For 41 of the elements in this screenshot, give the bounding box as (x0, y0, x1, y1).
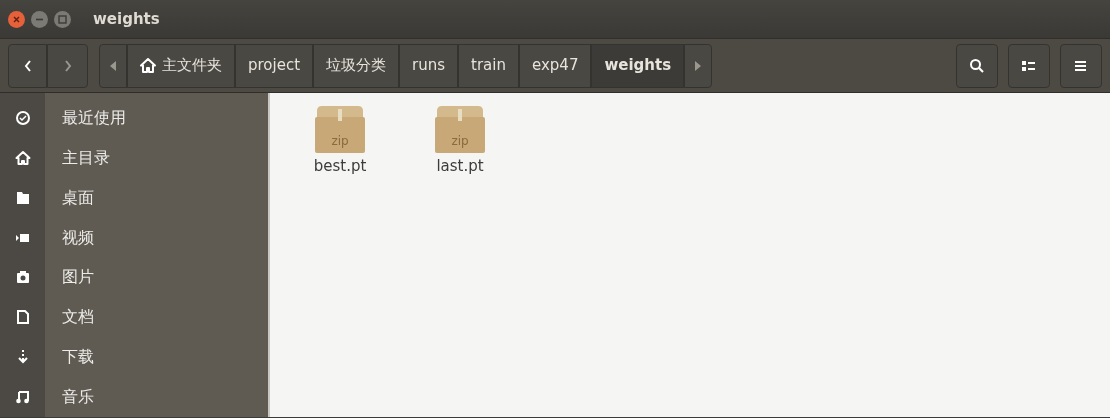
menu-button[interactable] (1060, 43, 1102, 88)
home-icon (14, 149, 31, 166)
sidebar-item[interactable]: 最近使用 (45, 98, 268, 138)
sidebar-item[interactable]: 音乐 (45, 377, 268, 417)
file-name[interactable]: best.pt (313, 155, 367, 178)
maximize-button[interactable] (54, 10, 71, 28)
sidebar-item[interactable]: 文档 (45, 297, 268, 338)
triangle-left-icon (110, 60, 116, 71)
chevron-right-icon (62, 58, 73, 73)
folder-icon (14, 189, 31, 206)
path-button[interactable]: project (235, 43, 314, 88)
close-button[interactable] (8, 10, 25, 28)
path-button[interactable]: 主文件夹 (127, 43, 235, 88)
close-icon (12, 14, 21, 24)
home-icon (140, 58, 156, 73)
view-button[interactable] (1008, 43, 1050, 88)
document-icon (14, 309, 31, 326)
scroll-left-button[interactable] (99, 43, 127, 88)
path-button[interactable]: train (458, 43, 519, 88)
sidebar-item[interactable]: 图片 (45, 257, 268, 298)
path-button[interactable]: weights (591, 43, 685, 88)
back-button[interactable] (8, 43, 47, 88)
minimize-button[interactable] (31, 10, 48, 28)
sidebar-item[interactable]: 视频 (45, 217, 268, 258)
camera-icon (14, 269, 31, 286)
clock-icon (14, 109, 31, 126)
scroll-right-button[interactable] (684, 43, 713, 88)
path-button[interactable]: runs (399, 43, 459, 88)
sidebar-item[interactable]: 桌面 (45, 177, 268, 218)
chevron-left-icon (22, 58, 33, 73)
search-icon (969, 57, 985, 74)
path-button[interactable]: 垃圾分类 (313, 43, 400, 88)
sidebar-item[interactable]: 下载 (45, 337, 268, 378)
triangle-right-icon (695, 60, 702, 71)
sidebar-item[interactable]: 主目录 (45, 137, 268, 178)
maximize-icon (58, 14, 67, 24)
path-button[interactable]: exp47 (519, 43, 592, 88)
window-title: weights (93, 8, 160, 30)
music-icon (14, 389, 31, 406)
file-name[interactable]: last.pt (436, 155, 484, 178)
search-button[interactable] (956, 43, 998, 88)
